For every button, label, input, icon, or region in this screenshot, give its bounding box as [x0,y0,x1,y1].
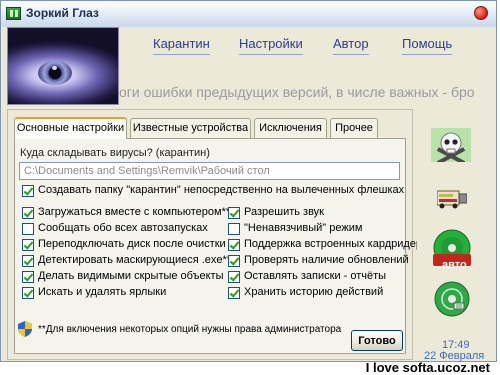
admin-note: **Для включения некоторых опций нужны пр… [38,324,342,335]
nav-settings[interactable]: Настройки [239,36,303,55]
watermark: I love softa.ucoz.net [365,360,490,375]
checkbox-keep-history[interactable] [228,287,240,299]
checkbox-keep-history-label: Хранить историю действий [244,286,384,298]
tab-other[interactable]: Прочее [330,118,378,138]
checkbox-leave-notes-label: Оставлять записки - отчёты [244,270,387,282]
checkbox-allow-sound[interactable] [228,207,240,219]
checkbox-load-with-computer[interactable] [22,207,34,219]
skull-icon[interactable] [431,128,471,162]
tab-main-settings[interactable]: Основные настройки [14,117,127,139]
nav-help[interactable]: Помощь [402,36,453,55]
checkbox-detect-masked-exe[interactable] [22,255,34,267]
checkbox-unobtrusive-mode-label: "Ненавязчивый" режим [244,222,363,234]
checkbox-load-with-computer-label: Загружаться вместе с компьютером** [38,206,231,218]
checkbox-find-shortcuts[interactable] [22,287,34,299]
checkbox-cardreaders-label: Поддержка встроенных кардридеров [244,238,434,250]
checkbox-check-updates-label: Проверять наличие обновлений [244,254,409,266]
window-title: Зоркий Глаз [26,6,99,20]
nav-quarantine[interactable]: Карантин [153,36,210,55]
checkbox-report-autoruns-label: Сообщать обо всех автозапусках [38,222,208,234]
refresh-disc-icon[interactable] [434,281,470,317]
checkbox-create-quarantine-folder-label: Создавать папку "карантин" непосредствен… [38,184,405,196]
checkbox-show-hidden-label: Делать видимыми скрытые объекты [38,270,224,282]
done-button[interactable]: Готово [351,330,403,351]
checkbox-allow-sound-label: Разрешить звук [244,206,324,218]
checkbox-detect-masked-exe-label: Детектировать маскирующиеся .exe** [38,254,232,266]
auto-label: авто [442,259,467,271]
checkbox-check-updates[interactable] [228,255,240,267]
tab-known-devices[interactable]: Известные устройства [130,118,251,138]
title-bar[interactable]: Зоркий Глаз [1,1,496,28]
main-window: Зоркий Глаз Карантин Настройки Автор Пом… [0,0,497,362]
admin-shield-icon [18,321,32,337]
eye-logo [7,27,119,105]
close-icon[interactable] [474,6,488,20]
checkbox-leave-notes[interactable] [228,271,240,283]
checkbox-report-autoruns[interactable] [22,223,34,235]
header: Карантин Настройки Автор Помощь оги ошиб… [1,27,496,109]
nav-author[interactable]: Автор [333,36,369,55]
checkbox-find-shortcuts-label: Искать и удалять ярлыки [38,286,167,298]
checkbox-show-hidden[interactable] [22,271,34,283]
quarantine-label: Куда складывать вирусы? (карантин) [20,147,210,159]
checkbox-reconnect-disk-label: Переподключать диск после очистки [38,238,226,250]
side-panel: авто 17:49 22 Февраля [417,114,491,361]
autorun-disc-icon[interactable]: авто [433,229,471,271]
checkbox-unobtrusive-mode[interactable] [228,223,240,235]
quarantine-path-field[interactable] [19,162,400,180]
usb-device-icon[interactable] [437,187,467,209]
tab-exceptions[interactable]: Исключения [254,118,327,138]
settings-panel: Основные настройки Известные устройства … [7,109,434,360]
checkbox-reconnect-disk[interactable] [22,239,34,251]
checkbox-create-quarantine-folder[interactable] [22,185,34,197]
news-ticker: оги ошибки предыдущих версий, в числе ва… [119,84,475,100]
app-icon [6,7,21,20]
checkbox-cardreaders[interactable] [228,239,240,251]
